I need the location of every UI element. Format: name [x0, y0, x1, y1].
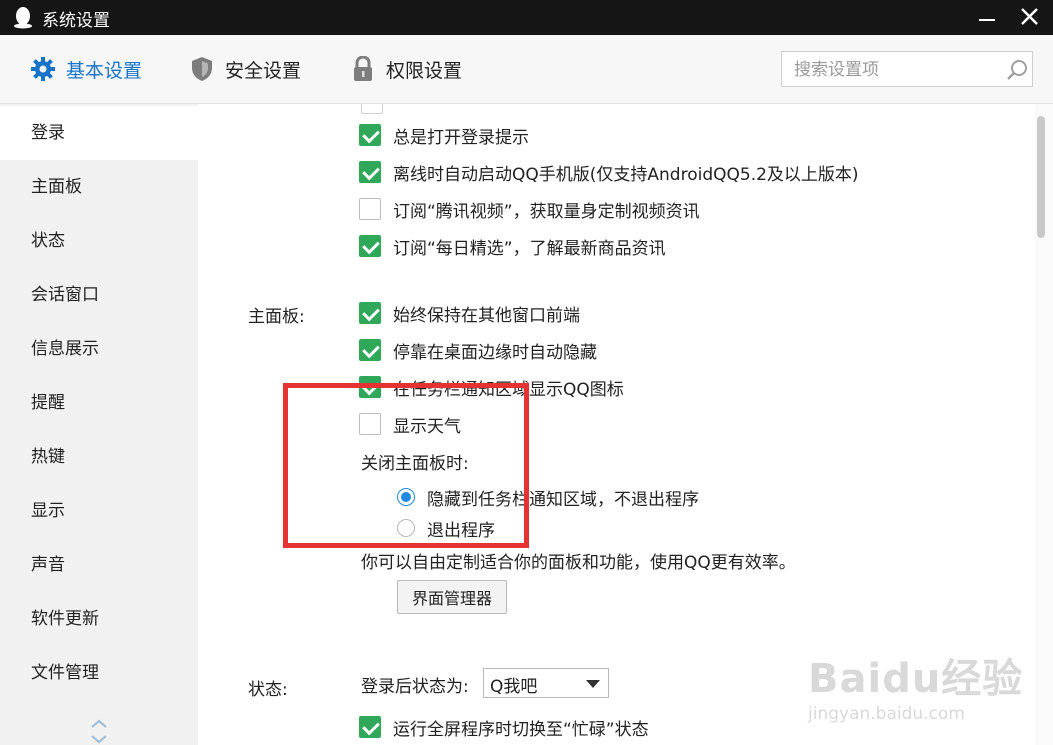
checkbox[interactable] [359, 413, 381, 435]
login-status-select[interactable]: Q我吧 [483, 668, 609, 698]
radio-button[interactable] [397, 519, 415, 537]
mainpanel-tip: 你可以自由定制适合你的面板和功能，使用QQ更有效率。 [361, 547, 796, 573]
option-subscribe-tencent-video[interactable]: 订阅“腾讯视频”，获取量身定制视频资讯 [359, 196, 700, 222]
interface-manager-button[interactable]: 界面管理器 [397, 580, 508, 614]
option-label: 始终保持在其他窗口前端 [393, 305, 580, 326]
sidebar-item-sound[interactable]: 声音 [0, 538, 198, 592]
option-label: 离线时自动启动QQ手机版(仅支持AndroidQQ5.2及以上版本) [393, 164, 859, 185]
content-scrollbar[interactable] [1035, 104, 1053, 745]
tab-label: 安全设置 [225, 59, 302, 82]
checkbox[interactable] [359, 302, 381, 324]
checkbox[interactable] [359, 235, 381, 257]
checkbox[interactable] [359, 376, 381, 398]
checkbox[interactable] [359, 124, 381, 146]
lock-icon [354, 56, 372, 81]
search-icon[interactable] [1006, 58, 1030, 82]
close-mainpanel-label-text: 关闭主面板时: [361, 453, 469, 474]
option-label: 订阅“腾讯视频”，获取量身定制视频资讯 [393, 201, 700, 222]
sidebar-item-mainpanel[interactable]: 主面板 [0, 160, 198, 214]
sidebar-item-software-update[interactable]: 软件更新 [0, 592, 198, 646]
checkbox[interactable] [361, 104, 383, 114]
tab-label: 权限设置 [386, 59, 463, 82]
partially-hidden-option [361, 104, 395, 116]
option-label: 总是打开登录提示 [393, 127, 529, 148]
close-button[interactable] [1012, 0, 1048, 35]
settings-content: 总是打开登录提示 离线时自动启动QQ手机版(仅支持AndroidQQ5.2及以上… [198, 104, 1035, 745]
minimize-icon [979, 19, 995, 21]
search-input[interactable] [792, 56, 996, 84]
checkbox[interactable] [359, 339, 381, 361]
option-subscribe-daily-picks[interactable]: 订阅“每日精选”，了解最新商品资讯 [359, 233, 666, 259]
tab-label: 基本设置 [66, 59, 143, 82]
window-title: 系统设置 [42, 11, 110, 31]
scrollbar-thumb[interactable] [1037, 116, 1045, 238]
tab-security-settings[interactable]: 安全设置 [189, 51, 301, 87]
checkbox[interactable] [359, 198, 381, 220]
sidebar-scroll-arrows-icon[interactable] [87, 712, 111, 744]
option-auto-hide-at-edge[interactable]: 停靠在桌面边缘时自动隐藏 [359, 337, 597, 363]
option-always-on-top[interactable]: 始终保持在其他窗口前端 [359, 300, 580, 326]
sidebar-item-display[interactable]: 显示 [0, 484, 198, 538]
sidebar-item-login[interactable]: 登录 [0, 106, 198, 160]
qq-penguin-icon [14, 7, 32, 29]
radio-hide-to-tray[interactable]: 隐藏到任务栏通知区域，不退出程序 [397, 484, 699, 510]
sidebar-item-chat-window[interactable]: 会话窗口 [0, 268, 198, 322]
shield-icon [192, 57, 212, 81]
option-label: 隐藏到任务栏通知区域，不退出程序 [427, 489, 699, 510]
mainpanel-tip-text: 你可以自由定制适合你的面板和功能，使用QQ更有效率。 [361, 552, 796, 573]
sidebar-item-file-management[interactable]: 文件管理 [0, 646, 198, 700]
gear-icon [31, 57, 55, 81]
section-label-mainpanel: 主面板: [248, 307, 305, 327]
title-bar: 系统设置 [0, 0, 1053, 35]
option-show-tray-icon[interactable]: 在任务栏通知区域显示QQ图标 [359, 374, 624, 400]
close-icon [1021, 8, 1038, 25]
section-label-status: 状态: [248, 680, 288, 700]
minimize-button[interactable] [970, 0, 1006, 35]
settings-toolbar: 基本设置 安全设置 权限设置 [0, 35, 1053, 104]
radio-button[interactable] [397, 488, 415, 506]
option-label: 运行全屏程序时切换至“忙碌”状态 [393, 719, 649, 740]
search-box [781, 51, 1033, 87]
checkbox[interactable] [359, 716, 381, 738]
option-label: 在任务栏通知区域显示QQ图标 [393, 379, 624, 400]
login-status-label: 登录后状态为: [361, 671, 469, 697]
option-show-weather[interactable]: 显示天气 [359, 411, 461, 437]
chevron-down-icon [586, 680, 600, 688]
option-label: 停靠在桌面边缘时自动隐藏 [393, 342, 597, 363]
close-mainpanel-label: 关闭主面板时: [361, 448, 469, 474]
sidebar-item-reminder[interactable]: 提醒 [0, 376, 198, 430]
option-fullscreen-busy[interactable]: 运行全屏程序时切换至“忙碌”状态 [359, 714, 649, 740]
checkbox[interactable] [359, 161, 381, 183]
sidebar-item-hotkey[interactable]: 热键 [0, 430, 198, 484]
login-status-label-text: 登录后状态为: [361, 676, 469, 697]
sidebar-item-status[interactable]: 状态 [0, 214, 198, 268]
tab-permission-settings[interactable]: 权限设置 [350, 51, 462, 87]
tab-basic-settings[interactable]: 基本设置 [30, 51, 142, 87]
option-label: 订阅“每日精选”，了解最新商品资讯 [393, 238, 666, 259]
radio-exit-program[interactable]: 退出程序 [397, 515, 495, 541]
option-always-open-login-tip[interactable]: 总是打开登录提示 [359, 122, 529, 148]
option-label: 显示天气 [393, 416, 461, 437]
settings-sidebar: 登录 主面板 状态 会话窗口 信息展示 提醒 热键 显示 声音 软件更新 文件管… [0, 104, 198, 745]
sidebar-item-info-display[interactable]: 信息展示 [0, 322, 198, 376]
option-label: 退出程序 [427, 520, 495, 541]
option-auto-start-mobile-qq[interactable]: 离线时自动启动QQ手机版(仅支持AndroidQQ5.2及以上版本) [359, 159, 859, 185]
login-status-value: Q我吧 [490, 677, 538, 697]
